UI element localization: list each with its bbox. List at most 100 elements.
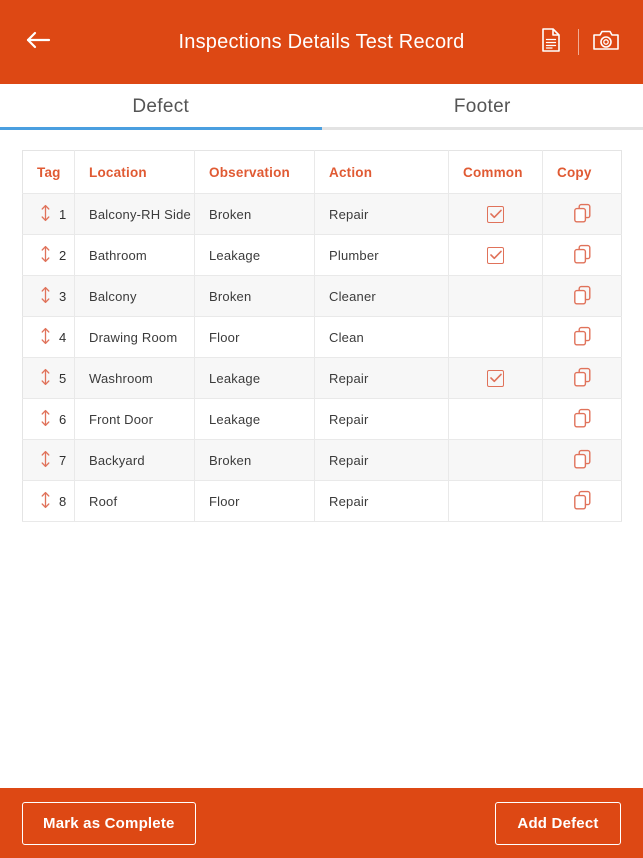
cell-observation: Floor: [194, 316, 315, 358]
column-header-action: Action: [314, 150, 449, 194]
reorder-handle-icon[interactable]: [39, 244, 52, 267]
copy-icon[interactable]: [570, 365, 594, 389]
cell-location: Balcony: [74, 275, 195, 317]
column-header-tag: Tag: [22, 150, 75, 194]
cell-tag: 4: [22, 316, 75, 358]
cell-common: [448, 357, 543, 399]
cell-location: Balcony-RH Side: [74, 193, 195, 235]
reorder-handle-icon[interactable]: [39, 326, 52, 349]
cell-action: Repair: [314, 398, 449, 440]
copy-icon[interactable]: [570, 283, 594, 307]
common-checkbox-checked[interactable]: [487, 205, 504, 223]
cell-location: Roof: [74, 480, 195, 522]
camera-button[interactable]: [587, 22, 625, 62]
common-checkbox-checked[interactable]: [487, 246, 504, 264]
table-row[interactable]: 3 Balcony Broken Cleaner: [22, 275, 622, 317]
document-button[interactable]: [532, 22, 570, 62]
cell-action: Repair: [314, 193, 449, 235]
cell-copy: [542, 398, 622, 440]
cell-action: Plumber: [314, 234, 449, 276]
tab-footer[interactable]: Footer: [321, 84, 643, 130]
defect-table: Tag Location Observation Action Common C…: [22, 150, 622, 522]
copy-icon[interactable]: [570, 488, 594, 512]
cell-copy: [542, 234, 622, 276]
cell-common: [448, 439, 543, 481]
tab-defect[interactable]: Defect: [0, 84, 322, 130]
cell-location: Bathroom: [74, 234, 195, 276]
tag-number: 7: [59, 452, 67, 468]
table-row[interactable]: 5 Washroom Leakage Repair: [22, 357, 622, 399]
cell-common: [448, 234, 543, 276]
cell-observation: Leakage: [194, 234, 315, 276]
reorder-handle-icon[interactable]: [39, 449, 52, 472]
cell-location: Drawing Room: [74, 316, 195, 358]
common-checkbox-checked[interactable]: [487, 369, 504, 387]
arrow-left-icon: [25, 30, 51, 55]
cell-location: Front Door: [74, 398, 195, 440]
cell-location: Washroom: [74, 357, 195, 399]
tab-defect-label: Defect: [132, 96, 190, 117]
tag-number: 3: [59, 288, 67, 304]
cell-observation: Broken: [194, 193, 315, 235]
table-body: 1 Balcony-RH Side Broken Repair 2 Bathroom Lea…: [22, 193, 622, 522]
table-row[interactable]: 4 Drawing Room Floor Clean: [22, 316, 622, 358]
cell-copy: [542, 275, 622, 317]
defect-content: Tag Location Observation Action Common C…: [0, 130, 643, 788]
cell-copy: [542, 193, 622, 235]
copy-icon[interactable]: [570, 447, 594, 471]
reorder-handle-icon[interactable]: [39, 367, 52, 390]
reorder-handle-icon[interactable]: [39, 490, 52, 513]
cell-tag: 2: [22, 234, 75, 276]
cell-action: Repair: [314, 439, 449, 481]
cell-action: Repair: [314, 480, 449, 522]
cell-location: Backyard: [74, 439, 195, 481]
table-row[interactable]: 2 Bathroom Leakage Plumber: [22, 234, 622, 276]
cell-tag: 1: [22, 193, 75, 235]
cell-tag: 3: [22, 275, 75, 317]
tab-footer-label: Footer: [453, 96, 511, 117]
tag-number: 2: [59, 247, 67, 263]
reorder-handle-icon[interactable]: [39, 408, 52, 431]
copy-icon[interactable]: [570, 406, 594, 430]
mark-as-complete-button[interactable]: Mark as Complete: [22, 801, 196, 845]
table-header: Tag Location Observation Action Common C…: [22, 150, 622, 194]
copy-icon[interactable]: [570, 324, 594, 348]
cell-common: [448, 193, 543, 235]
cell-action: Repair: [314, 357, 449, 399]
column-header-copy: Copy: [542, 150, 622, 194]
tag-number: 4: [59, 329, 67, 345]
app-bar-actions: [532, 22, 625, 62]
cell-common: [448, 316, 543, 358]
column-header-location: Location: [74, 150, 195, 194]
tag-number: 5: [59, 370, 67, 386]
cell-observation: Broken: [194, 439, 315, 481]
cell-observation: Leakage: [194, 357, 315, 399]
tab-bar: Defect Footer: [0, 84, 643, 130]
table-row[interactable]: 1 Balcony-RH Side Broken Repair: [22, 193, 622, 235]
cell-tag: 6: [22, 398, 75, 440]
reorder-handle-icon[interactable]: [39, 203, 52, 226]
table-row[interactable]: 7 Backyard Broken Repair: [22, 439, 622, 481]
cell-tag: 5: [22, 357, 75, 399]
camera-icon: [592, 28, 620, 57]
appbar-divider: [578, 29, 579, 55]
table-row[interactable]: 8 Roof Floor Repair: [22, 480, 622, 522]
reorder-handle-icon[interactable]: [39, 285, 52, 308]
copy-icon[interactable]: [570, 242, 594, 266]
cell-copy: [542, 480, 622, 522]
cell-copy: [542, 316, 622, 358]
app-bar: Inspections Details Test Record: [0, 0, 643, 84]
cell-common: [448, 398, 543, 440]
cell-action: Clean: [314, 316, 449, 358]
tag-number: 1: [59, 206, 67, 222]
table-header-row: Tag Location Observation Action Common C…: [22, 150, 622, 194]
cell-copy: [542, 439, 622, 481]
cell-tag: 7: [22, 439, 75, 481]
cell-observation: Broken: [194, 275, 315, 317]
copy-icon[interactable]: [570, 201, 594, 225]
cell-observation: Floor: [194, 480, 315, 522]
back-button[interactable]: [18, 22, 58, 62]
add-defect-button[interactable]: Add Defect: [495, 801, 621, 845]
tag-number: 6: [59, 411, 67, 427]
table-row[interactable]: 6 Front Door Leakage Repair: [22, 398, 622, 440]
